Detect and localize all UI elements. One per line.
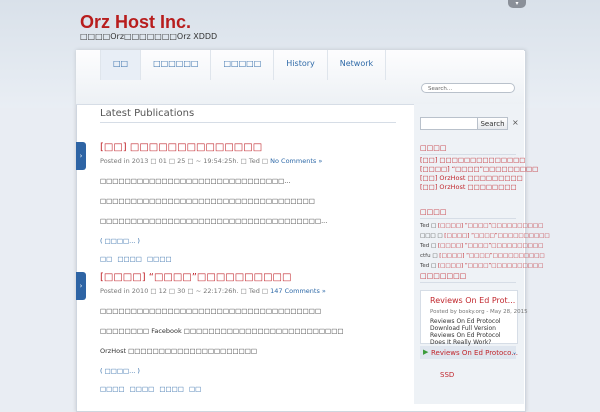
nav-item-history[interactable]: History	[273, 50, 326, 80]
tag-link[interactable]: □□□□	[130, 385, 155, 393]
main-content: Latest Publications	[100, 108, 396, 123]
feed-excerpt: Reviews On Ed Protocol Download Full Ver…	[430, 318, 501, 346]
post-tags: □□ □□□□ □□□□	[100, 255, 396, 263]
tag-link[interactable]: □□	[100, 255, 112, 263]
comment-link[interactable]: [□□□□] “□□□□”□□□□□□□□□□	[438, 243, 543, 249]
comment-author: Ted □	[420, 223, 438, 229]
list-item: □□□ □ [□□□□] “□□□□”□□□□□□□□□□	[420, 231, 550, 241]
post-paragraph: □□□□□□□□□□□□□□□□□□□□□□□□□□□□□□□□□□□□...	[100, 217, 328, 225]
comment-author: Ted □	[420, 263, 438, 269]
main-nav: □□ □□□□□□ □□□□□ History Network	[100, 50, 387, 80]
comment-author: ctfu □	[420, 253, 440, 259]
list-item[interactable]: [□□□□] “□□□□”□□□□□□□□□	[420, 165, 538, 174]
tag-link[interactable]: □□□□	[159, 385, 184, 393]
list-item: Ted □ [□□□□] “□□□□”□□□□□□□□□□	[420, 241, 550, 251]
tag-link[interactable]: □□□□	[100, 385, 125, 393]
close-icon[interactable]: ×	[512, 118, 519, 127]
post-paragraph: □□□□□□□□□□□□□□□□□□□□□□□□□□□□□□□□□□□	[100, 197, 315, 205]
tag-link[interactable]: □□□□	[147, 255, 172, 263]
post-paragraph: □□□□□□□□□□□□□□□□□□□□□□□□□□□□□□...	[100, 177, 291, 185]
list-item[interactable]: [□□] OrzHost □□□□□□□□	[420, 183, 538, 192]
recent-comments-list: Ted □ [□□□□] “□□□□”□□□□□□□□□□ □□□ □ [□□□…	[420, 221, 550, 271]
feed-title[interactable]: Reviews On Ed Prot...	[430, 296, 515, 305]
post-meta: Posted in 2013 □ 01 □ 25 □ ~ 19:54:25h. …	[100, 157, 396, 165]
divider	[420, 282, 516, 283]
tag-link[interactable]: □□□□	[117, 255, 142, 263]
post-tags: □□□□ □□□□ □□□□ □□	[100, 385, 396, 393]
top-tab-toggle-icon[interactable]: ▾	[508, 0, 526, 8]
post-arrow-icon[interactable]: ›	[76, 142, 86, 170]
post-meta-text: Posted in 2010 □ 12 □ 30 □ ~ 22:17:26h. …	[100, 287, 271, 295]
comment-link[interactable]: [□□□□] “□□□□”□□□□□□□□□□	[444, 233, 549, 239]
comment-link[interactable]: [□□□□] “□□□□”□□□□□□□□□□	[438, 263, 543, 269]
divider	[420, 154, 516, 155]
header-search-input[interactable]: Search...	[421, 83, 515, 93]
list-item[interactable]: [□□] OrzHost □□□□□□□□□	[420, 174, 538, 183]
post-paragraph: □□□□□□□□□□□□□□□□□□□□□□□□□□□□□□□□□□□□	[100, 307, 322, 315]
post-meta: Posted in 2010 □ 12 □ 30 □ ~ 22:17:26h. …	[100, 287, 396, 295]
widget-title: □□□□	[420, 144, 447, 152]
post-paragraph: OrzHost □□□□□□□□□□□□□□□□□□□□□	[100, 347, 258, 355]
post-title[interactable]: [□□] □□□□□□□□□□□□□□	[100, 142, 396, 153]
comment-author: □□□ □	[420, 233, 445, 239]
comments-link[interactable]: No Comments »	[270, 157, 322, 165]
post-paragraph: □□□□□□□□ Facebook □□□□□□□□□□□□□□□□□□□□□□…	[100, 327, 344, 335]
read-more-link[interactable]: ( □□□□... )	[100, 237, 396, 245]
post-meta-text: Posted in 2013 □ 01 □ 25 □ ~ 19:54:25h. …	[100, 157, 271, 165]
list-item: Ted □ [□□□□] “□□□□”□□□□□□□□□□	[420, 261, 550, 271]
feed-item-title[interactable]: Reviews On Ed Protoco...	[431, 349, 518, 357]
divider	[420, 218, 516, 219]
list-item: ctfu □ [□□□□] “□□□□”□□□□□□□□□□	[420, 251, 550, 261]
site-tagline: □□□□Orz□□□□□□□Orz XDDD	[80, 32, 218, 41]
recent-posts-list: [□□] □□□□□□□□□□□□□□ [□□□□] “□□□□”□□□□□□□…	[420, 156, 538, 192]
nav-item-2[interactable]: □□□□□□	[140, 50, 210, 80]
read-more-link[interactable]: ( □□□□... )	[100, 367, 396, 375]
site-title[interactable]: Orz Host Inc.	[80, 12, 191, 33]
post-1: [□□] □□□□□□□□□□□□□□ Posted in 2013 □ 01 …	[100, 142, 396, 263]
comment-link[interactable]: [□□□□] “□□□□”□□□□□□□□□□	[439, 253, 544, 259]
nav-item-3[interactable]: □□□□□	[210, 50, 273, 80]
widget-title: □□□□	[420, 208, 447, 216]
list-item: Ted □ [□□□□] “□□□□”□□□□□□□□□□	[420, 221, 550, 231]
nav-item-home[interactable]: □□	[100, 50, 141, 80]
section-heading: Latest Publications	[100, 108, 396, 123]
comments-link[interactable]: 147 Comments »	[270, 287, 326, 295]
comment-author: Ted □	[420, 243, 438, 249]
nav-item-network[interactable]: Network	[326, 50, 387, 80]
feed-byline: Posted by bosky.org - May 28, 2015	[430, 309, 528, 315]
tag-link[interactable]: □□	[189, 385, 201, 393]
widget-title: □□□□□□□	[420, 272, 467, 280]
list-item[interactable]: [□□] □□□□□□□□□□□□□□	[420, 156, 538, 165]
comment-link[interactable]: [□□□□] “□□□□”□□□□□□□□□□	[438, 223, 543, 229]
post-title[interactable]: [□□□□] “□□□□”□□□□□□□□□□	[100, 272, 396, 283]
search-button[interactable]: Search	[477, 117, 508, 130]
post-arrow-icon[interactable]: ›	[76, 272, 86, 300]
chevron-down-icon[interactable]: ⌄	[512, 349, 517, 356]
sidebar-search-input[interactable]	[420, 117, 478, 130]
post-2: [□□□□] “□□□□”□□□□□□□□□□ Posted in 2010 □…	[100, 272, 396, 393]
feed-item-title[interactable]: SSD	[440, 371, 454, 379]
play-arrow-icon: ▶	[423, 348, 429, 356]
